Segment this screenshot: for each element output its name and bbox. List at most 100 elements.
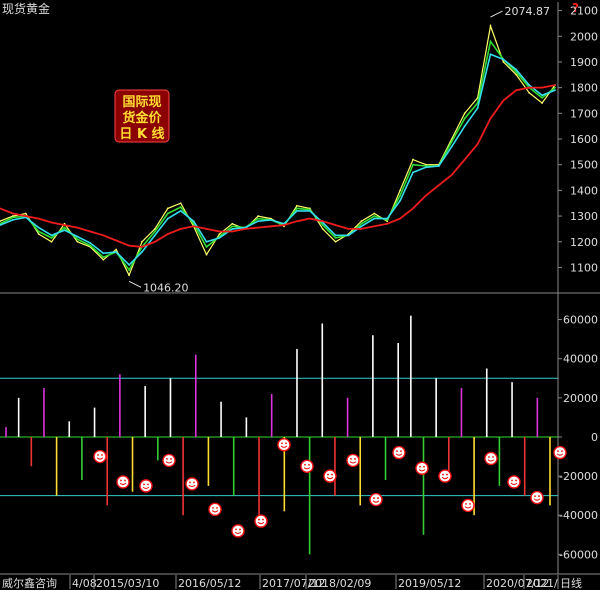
series-point-ma_mid	[425, 166, 427, 169]
smiley-face	[461, 498, 475, 513]
smiley-eye	[239, 528, 241, 531]
series-point-ma_short	[153, 230, 156, 233]
smiley-eye	[557, 450, 559, 453]
series-point-price	[321, 228, 324, 230]
smiley-icon	[415, 461, 429, 475]
price-tick-label: 1900	[570, 56, 598, 69]
series-point-ma_mid	[360, 225, 363, 228]
smiley-eye	[327, 473, 329, 476]
series-point-ma_short	[399, 194, 402, 197]
smiley-face	[484, 451, 498, 466]
smiley-eye	[308, 463, 310, 466]
series-point-ma_long	[541, 86, 543, 89]
smiley-eye	[561, 450, 563, 453]
smiley-icon	[162, 453, 176, 468]
series-point-ma_mid	[153, 234, 156, 237]
smiley-icon	[438, 469, 452, 483]
series-point-ma_long	[437, 184, 440, 187]
series-point-ma_mid	[50, 234, 53, 237]
series-point-ma_long	[489, 117, 492, 120]
smiley-eye	[442, 473, 444, 476]
series-point-ma_long	[347, 228, 350, 230]
series-point-ma_long	[141, 245, 143, 248]
series-point-ma_mid	[295, 210, 298, 212]
footer-date-labels: 4/08 2015/03/10 2016/05/12 2017/07/122018/0…	[69, 575, 582, 590]
series-point-ma_mid	[128, 263, 130, 266]
series-point-ma_short	[360, 222, 363, 225]
smiley-eye	[143, 483, 145, 486]
series-point-ma_mid	[515, 68, 518, 71]
smiley-icon	[300, 459, 314, 474]
series-point-ma_mid	[437, 165, 440, 167]
series-point-ma_short	[231, 225, 234, 228]
series-point-ma_long	[528, 86, 531, 89]
smiley-icon	[369, 492, 383, 507]
histogram-tick-label: 20000	[563, 392, 598, 405]
series-point-ma_mid	[115, 251, 118, 253]
series-point-ma_short	[412, 163, 414, 166]
smiley-face	[530, 490, 544, 505]
smiley-eye	[170, 458, 172, 460]
series-point-ma_long	[24, 215, 27, 217]
series-point-ma_long	[205, 228, 208, 230]
series-point-price	[489, 25, 492, 27]
series-point-ma_long	[63, 224, 66, 226]
series-point-ma_long	[12, 212, 14, 215]
histogram-tick-label: 60000	[563, 314, 598, 327]
smiley-icon	[530, 490, 544, 505]
smiley-eye	[235, 528, 237, 531]
series-point-ma_short	[373, 215, 376, 217]
smiley-icon	[231, 524, 245, 538]
series-point-ma_long	[102, 234, 105, 237]
smiley-eye	[285, 442, 287, 445]
series-point-ma_short	[63, 226, 66, 229]
smiley-face	[231, 524, 245, 538]
series-point-ma_mid	[463, 125, 466, 128]
chart-badge: 国际现 货金价 日 K 线	[114, 89, 170, 143]
smiley-face	[116, 475, 130, 489]
series-point-ma_mid	[373, 217, 376, 220]
series-point-price	[373, 212, 376, 215]
series-point-ma_mid	[141, 251, 143, 253]
smiley-eye	[511, 479, 513, 482]
price-tick-label: 1400	[570, 184, 598, 197]
annotation-label: 1046.20	[143, 281, 189, 294]
smiley-eye	[423, 465, 425, 468]
smiley-icon	[507, 475, 521, 489]
smiley-icon	[484, 451, 498, 466]
smiley-eye	[400, 450, 402, 453]
series-point-ma_mid	[399, 199, 402, 202]
smiley-face	[300, 459, 314, 474]
footer-date: 2015/03/10	[96, 577, 159, 590]
smiley-eye	[469, 503, 471, 505]
series-point-price	[141, 240, 143, 243]
series-point-ma_short	[76, 238, 79, 241]
series-point-ma_mid	[334, 234, 337, 237]
smiley-eye	[304, 463, 306, 466]
footer-date: 4/08	[72, 577, 97, 590]
series-point-ma_mid	[270, 219, 272, 221]
smiley-icon	[254, 514, 268, 528]
series-point-ma_mid	[476, 107, 479, 110]
smiley-face	[438, 469, 452, 483]
series-point-ma_mid	[37, 226, 40, 229]
smiley-icon	[553, 445, 567, 460]
smiley-face	[208, 502, 222, 517]
smiley-icon	[139, 479, 153, 493]
series-point-ma_mid	[450, 145, 453, 148]
smiley-eye	[492, 456, 494, 458]
series-point-price	[257, 215, 260, 217]
smiley-icon	[116, 475, 130, 489]
smiley-eye	[97, 454, 99, 456]
smiley-eye	[446, 473, 448, 476]
smiley-eye	[147, 483, 149, 486]
price-tick-label: 1500	[570, 159, 598, 172]
smiley-face	[139, 479, 153, 493]
series-point-ma_mid	[502, 58, 505, 61]
smiley-icon	[346, 453, 360, 468]
series-point-price	[295, 204, 298, 207]
series-point-ma_long	[360, 228, 363, 230]
smiley-icon	[185, 477, 199, 491]
series-point-ma_short	[37, 230, 40, 233]
smiley-eye	[189, 481, 191, 484]
